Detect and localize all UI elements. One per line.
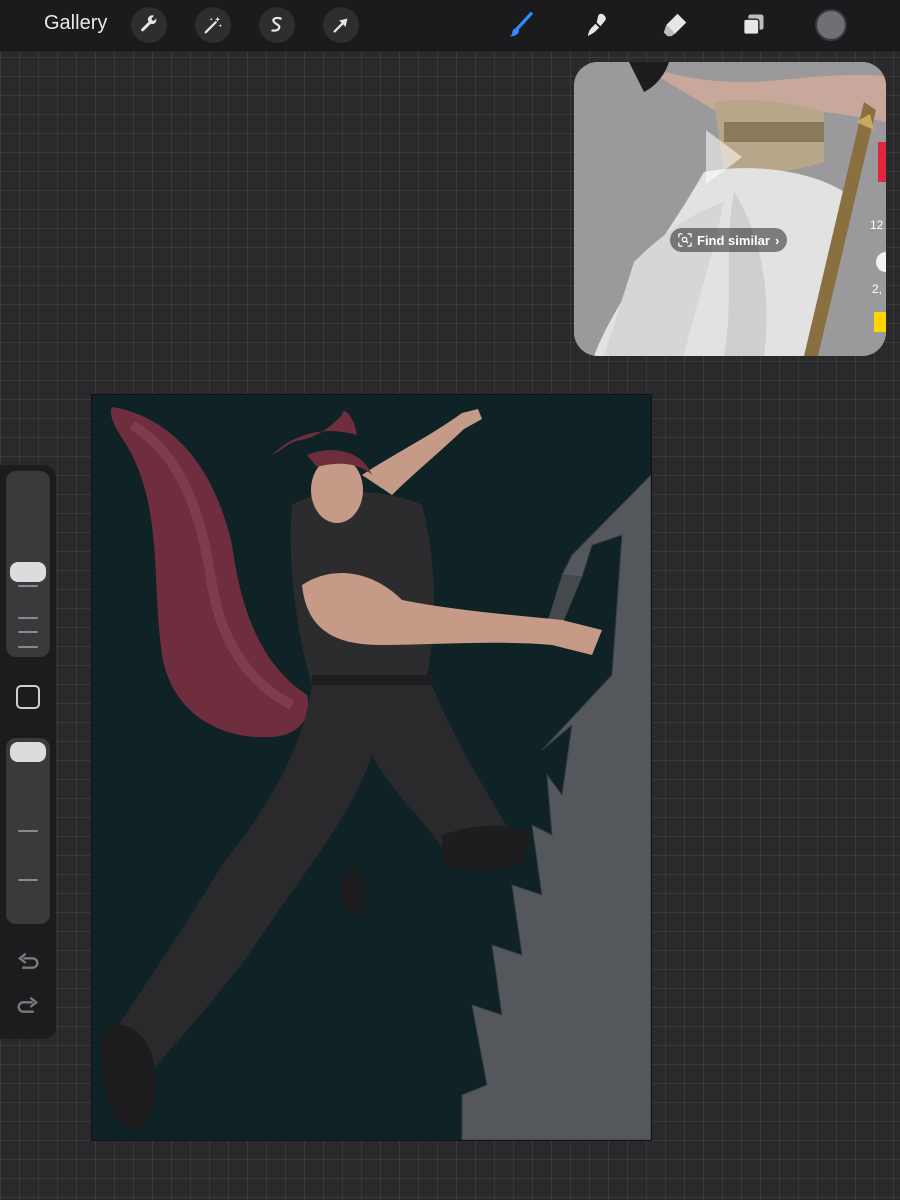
top-toolbar: Gallery (0, 0, 900, 51)
like-count: 12 (870, 218, 884, 232)
find-similar-label: Find similar (697, 232, 770, 248)
color-picker-swatch[interactable] (815, 9, 847, 41)
find-similar-icon (678, 233, 692, 247)
legs-shape (112, 685, 512, 1095)
opacity-slider[interactable] (6, 738, 50, 924)
brush-size-slider[interactable] (6, 471, 50, 657)
comment-count: 2, (872, 282, 883, 296)
drawing-canvas[interactable] (92, 395, 651, 1140)
slider-tick (18, 585, 38, 587)
gallery-button[interactable]: Gallery (44, 12, 107, 35)
find-similar-button[interactable]: Find similar › (670, 228, 788, 252)
eraser-icon[interactable] (657, 7, 693, 43)
chevron-right-icon: › (774, 232, 780, 248)
redo-icon[interactable] (14, 993, 42, 1021)
wrench-icon[interactable] (131, 7, 167, 43)
smudge-icon[interactable] (580, 7, 616, 43)
transform-arrow-icon[interactable] (323, 7, 359, 43)
selection-icon[interactable] (259, 7, 295, 43)
slider-tick (18, 646, 38, 648)
artwork-illustration (101, 407, 651, 1140)
slider-tick (18, 879, 38, 881)
reference-image (574, 62, 886, 356)
slider-tick (18, 617, 38, 619)
layers-icon[interactable] (735, 7, 771, 43)
opacity-thumb[interactable] (10, 742, 46, 762)
undo-icon[interactable] (14, 949, 42, 977)
slider-tick (18, 830, 38, 832)
slider-tick (18, 631, 38, 633)
reference-window[interactable]: Find similar › 12 2, (574, 62, 886, 356)
magic-wand-icon[interactable] (195, 7, 231, 43)
brush-icon[interactable] (503, 7, 539, 43)
sidebar (0, 465, 56, 1039)
square-modify-icon[interactable] (16, 685, 40, 709)
brush-size-thumb[interactable] (10, 561, 46, 582)
